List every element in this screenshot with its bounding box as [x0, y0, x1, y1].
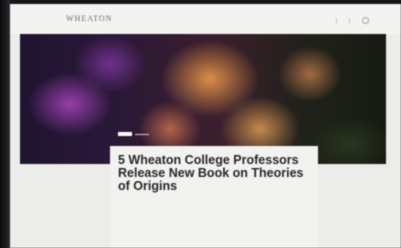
- category-tag[interactable]: [118, 132, 132, 136]
- tag-divider: [135, 134, 149, 135]
- header-nav: [336, 17, 369, 24]
- nav-divider: [336, 17, 337, 24]
- monitor-bezel: [0, 0, 10, 248]
- hero-image: [20, 34, 386, 164]
- site-header: Wheaton: [10, 4, 401, 34]
- article-title[interactable]: 5 Wheaton College Professors Release New…: [118, 154, 318, 193]
- search-icon[interactable]: [362, 17, 369, 24]
- site-logo[interactable]: Wheaton: [66, 14, 112, 23]
- article-byline: [118, 228, 158, 232]
- browser-viewport: Wheaton 5 Wheaton College Professors Rel…: [10, 4, 401, 248]
- nav-divider: [349, 17, 350, 24]
